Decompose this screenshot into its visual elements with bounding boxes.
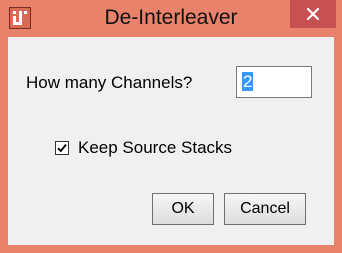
ok-button[interactable]: OK [152, 193, 214, 225]
channels-input[interactable]: 2 [236, 66, 312, 98]
close-icon [306, 7, 320, 21]
channels-value: 2 [242, 72, 254, 91]
keep-source-label[interactable]: Keep Source Stacks [78, 138, 232, 158]
close-button[interactable] [290, 0, 336, 28]
title-bar[interactable]: De-Interleaver [0, 0, 342, 36]
channels-label: How many Channels? [26, 73, 193, 92]
cancel-button[interactable]: Cancel [224, 193, 306, 225]
keep-source-checkbox[interactable] [55, 141, 69, 155]
dialog-window: De-Interleaver How many Channels? 2 Keep… [0, 0, 342, 253]
checkmark-icon [57, 144, 67, 153]
dialog-body: How many Channels? 2 Keep Source Stacks … [8, 37, 334, 245]
